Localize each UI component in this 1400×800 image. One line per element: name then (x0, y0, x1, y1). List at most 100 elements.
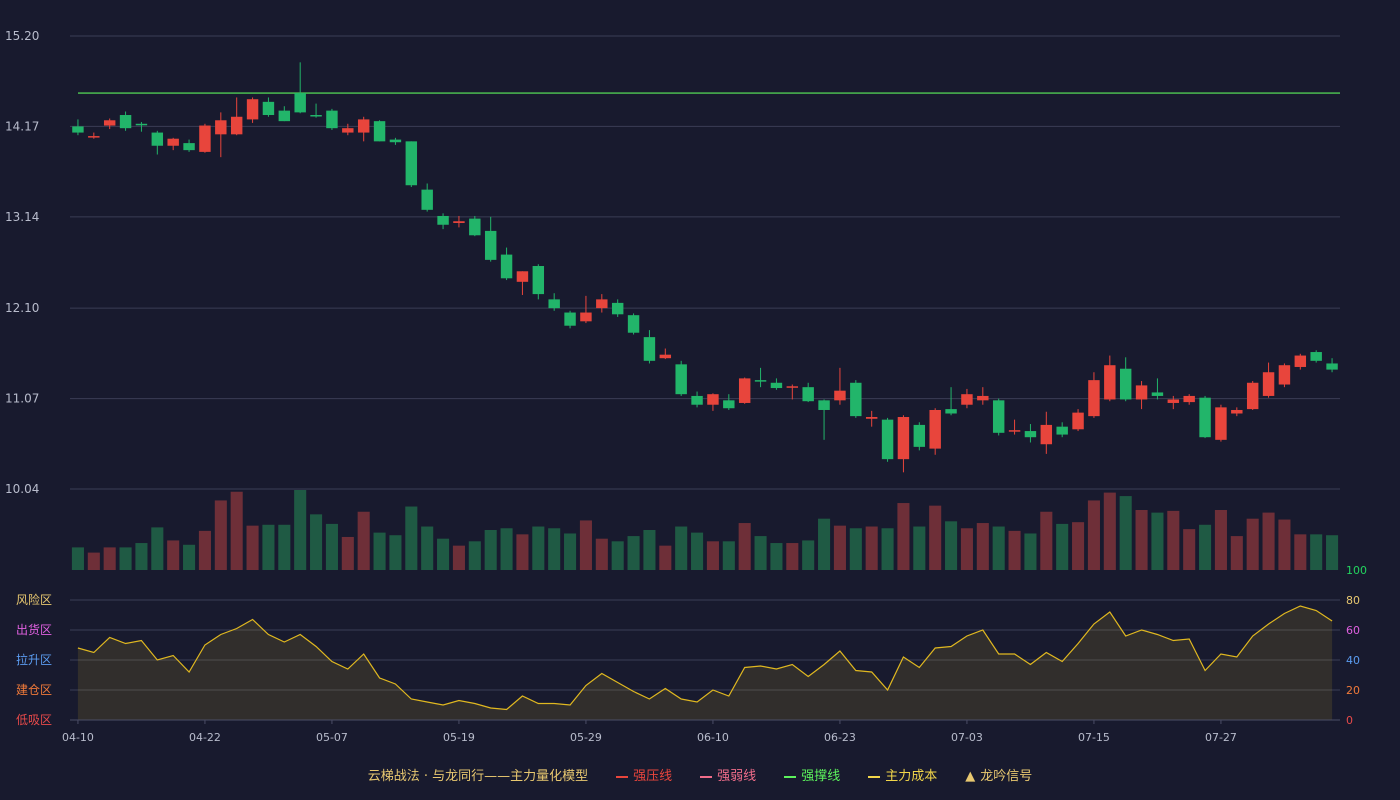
candle-body (373, 121, 386, 142)
volume-bar (294, 490, 307, 570)
x-tick-label: 06-10 (697, 731, 729, 744)
x-tick-label: 07-27 (1205, 731, 1237, 744)
volume-bar (103, 547, 116, 570)
volume-bar (579, 520, 592, 570)
candle-body (707, 394, 719, 405)
candle-body (151, 132, 164, 146)
volume-bar (897, 503, 910, 570)
candle-body (500, 254, 513, 279)
candle-body (405, 141, 418, 186)
volume-bar (230, 491, 243, 570)
volume-bar (1278, 519, 1291, 570)
candle-body (945, 409, 957, 414)
candle-body (627, 315, 640, 333)
volume-bar (849, 528, 862, 570)
volume-bar (198, 530, 211, 570)
candle-body (135, 123, 148, 126)
price-tick-label: 10.04 (5, 482, 39, 496)
x-tick-label: 07-15 (1078, 731, 1110, 744)
volume-bar (945, 521, 958, 570)
candle-body (1199, 397, 1211, 438)
candle-body (1262, 372, 1275, 396)
legend-swatch (784, 775, 797, 778)
candle-body (1008, 430, 1021, 432)
candle-body (310, 115, 322, 117)
volume-bar (71, 547, 84, 570)
candle-body (961, 394, 973, 405)
volume-bar (1024, 533, 1037, 570)
candle-body (88, 136, 100, 138)
volume-bar (516, 534, 529, 570)
legend-item[interactable]: ▲ 龙吟信号 (965, 765, 1032, 784)
volume-bar (310, 514, 323, 570)
volume-bar (278, 524, 291, 570)
candle-body (929, 409, 941, 449)
volume-bar (421, 526, 434, 570)
volume-bar (1310, 534, 1323, 570)
candle-body (262, 101, 275, 116)
indicator-tick-label: 20 (1346, 684, 1360, 697)
candle-body (516, 271, 529, 282)
candle-body (119, 115, 132, 129)
volume-bar (1246, 518, 1259, 570)
legend-swatch (700, 775, 713, 778)
volume-bar (738, 523, 751, 570)
candle-body (1326, 363, 1338, 370)
volume-bar (1040, 511, 1053, 570)
candle-body (421, 189, 433, 210)
volume-bar (1167, 510, 1180, 570)
volume-bar (1326, 535, 1339, 570)
candle-body (72, 126, 84, 133)
volume-bar (913, 526, 926, 570)
volume-bar (214, 500, 227, 570)
volume-bar (1230, 536, 1243, 570)
volume-bar (548, 528, 561, 570)
volume-bar (532, 526, 545, 570)
candle-body (1024, 431, 1037, 438)
volume-bar (373, 532, 386, 570)
candle-body (1104, 365, 1116, 400)
candle-body (215, 120, 227, 135)
volume-bar (595, 538, 608, 570)
x-tick-label: 04-22 (189, 731, 221, 744)
price-tick-label: 15.20 (5, 29, 39, 43)
legend-label: 主力成本 (885, 769, 938, 784)
candle-body (469, 218, 481, 236)
legend-label: 强压线 (633, 769, 673, 784)
candle-body (1231, 409, 1243, 414)
volume-bar (468, 541, 481, 570)
volume-bar (484, 530, 497, 570)
volume-bar (1072, 522, 1085, 570)
candle-body (103, 120, 116, 126)
candle-body (580, 312, 592, 322)
candle-body (850, 382, 862, 417)
legend-item[interactable]: 主力成本 (868, 765, 937, 784)
candle-body (802, 387, 814, 402)
volume-bar (135, 543, 148, 570)
indicator-tick-label: 80 (1346, 594, 1360, 607)
legend-item[interactable]: 云梯战法 · 与龙同行——主力量化模型 (368, 765, 588, 784)
candle-body (357, 119, 370, 133)
candle-body (389, 139, 402, 143)
volume-bar (675, 526, 688, 570)
volume-bar (437, 538, 450, 570)
volume-bar (1008, 530, 1021, 570)
candle-body (770, 382, 783, 389)
triangle-icon: ▲ (965, 769, 976, 784)
legend-item[interactable]: 强撑线 (784, 765, 840, 784)
indicator-area (77, 606, 1333, 720)
volume-bar (1119, 496, 1132, 570)
legend-item[interactable]: 强弱线 (700, 765, 756, 784)
volume-bar (1294, 534, 1307, 570)
volume-bar (389, 535, 402, 570)
candle-body (294, 93, 306, 113)
volume-bar (1087, 500, 1100, 570)
candle-body (834, 390, 846, 401)
x-tick-label: 06-23 (824, 731, 856, 744)
candle-body (342, 128, 354, 133)
legend-item[interactable]: 强压线 (616, 765, 672, 784)
indicator-tick-label: 60 (1346, 624, 1360, 637)
candle-body (1183, 395, 1195, 403)
candle-body (1119, 368, 1132, 400)
x-tick-label: 04-10 (62, 731, 94, 744)
